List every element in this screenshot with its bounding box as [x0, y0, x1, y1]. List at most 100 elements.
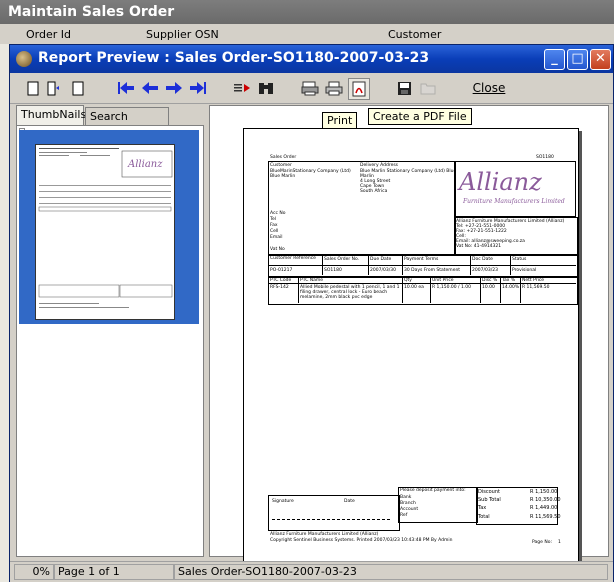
contact-label: Vat No [270, 247, 285, 252]
total-label: Tax [478, 505, 487, 511]
info-header: Sales Order No. [324, 257, 360, 262]
footer-company: Allianz Furniture Manufacturers Limited … [270, 532, 379, 537]
item-cell: 14.00% [502, 285, 520, 290]
info-col-divider [402, 255, 403, 275]
zoom-status: 0% [14, 564, 54, 580]
logo-subtitle: Furniture Manufacturers Limited [463, 198, 565, 205]
item-col-divider [480, 277, 481, 303]
info-header: Payment Terms [404, 257, 439, 262]
customer-name: BlueMarinStationary Company (Ltd) Blue M… [270, 169, 351, 179]
item-header: PTC Code [270, 278, 292, 283]
svg-text:Allianz: Allianz [127, 159, 163, 170]
info-header: Customer Reference [270, 256, 316, 261]
customer-label: Customer [270, 163, 292, 168]
single-page-view-button[interactable] [24, 78, 42, 98]
print-button[interactable] [324, 78, 344, 98]
next-page-icon [166, 82, 182, 94]
total-label: Sub Total [478, 497, 501, 503]
supplier-line: Vat No: 41-4914321 [456, 244, 502, 249]
report-page: Sales Order SO1180 Customer BlueMarinSta… [243, 128, 579, 562]
info-value: SO1180 [324, 268, 342, 273]
pdf-tooltip: Create a PDF File [368, 108, 472, 125]
tab-thumbnails[interactable]: ThumbNails [16, 105, 86, 125]
signature-label: Signature [272, 499, 294, 504]
last-page-button[interactable] [188, 78, 208, 98]
info-value: PO-01217 [270, 268, 293, 273]
close-window-button[interactable]: ✕ [590, 49, 611, 70]
total-label: Discount [478, 489, 500, 495]
bank-line: Account [400, 507, 419, 512]
background-column-headers: Order Id Supplier OSN Customer [0, 26, 614, 44]
multi-page-view-button[interactable] [70, 78, 86, 98]
close-button[interactable]: Close [469, 78, 509, 98]
item-header: Unit Price [432, 278, 454, 283]
open-button[interactable] [418, 78, 438, 98]
find-button[interactable] [256, 78, 276, 98]
save-button[interactable] [394, 78, 414, 98]
status-bar: 0% Page 1 of 1 Sales Order-SO1180-2007-0… [10, 561, 613, 582]
info-header: Doc Date [472, 257, 493, 262]
delivery-line: South Africa [360, 189, 388, 194]
doc-number: SO1180 [536, 155, 554, 160]
logo-text: Allianz [459, 168, 542, 196]
page-status: Page 1 of 1 [54, 564, 174, 580]
line-items-divider [268, 283, 576, 284]
floppy-disk-icon [397, 81, 411, 95]
bank-title: Please deposit payment into: [400, 488, 466, 493]
page-thumbnail[interactable]: Allianz [35, 144, 175, 320]
page-label: Page No: [532, 540, 552, 545]
info-col-divider [322, 255, 323, 275]
info-header: Status [512, 257, 527, 262]
background-window-title: Maintain Sales Order [0, 0, 614, 24]
previous-page-button[interactable] [140, 78, 160, 98]
minimize-button[interactable]: _ [544, 49, 565, 70]
binoculars-icon [259, 83, 273, 94]
two-page-view-button[interactable] [46, 78, 66, 98]
report-preview-pane[interactable]: Sales Order SO1180 Customer BlueMarinSta… [209, 105, 609, 562]
item-cell: R 1,150.00 / 1.00 [432, 285, 471, 290]
item-header: Nett Price [522, 278, 545, 283]
open-folder-icon [420, 83, 436, 95]
delivery-label: Delivery Address [360, 163, 399, 168]
print-tooltip: Print [322, 112, 358, 129]
item-header: Qty [404, 278, 412, 283]
create-pdf-button[interactable] [348, 78, 370, 100]
delivery-line: Blue Marlin Stationary Company (Ltd) Blu… [360, 169, 457, 174]
item-col-divider [298, 277, 299, 303]
info-value: Provisional [512, 268, 537, 273]
printer-icon [325, 81, 343, 95]
info-value: 30 Days From Statement [404, 268, 461, 273]
print-setup-button[interactable] [300, 78, 320, 98]
info-col-divider [510, 255, 511, 275]
signature-line [272, 519, 390, 520]
thumbnail-pane[interactable]: Allianz [16, 125, 204, 557]
footer-copyright: Copyright Sentinel Business Systems. Pri… [270, 538, 453, 543]
item-header: PTC Name [300, 278, 324, 283]
next-page-button[interactable] [164, 78, 184, 98]
column-customer[interactable]: Customer [388, 28, 441, 41]
goto-page-button[interactable] [232, 78, 252, 98]
pdf-icon [352, 81, 366, 97]
item-col-divider [500, 277, 501, 303]
item-cell: RFS-142 [270, 285, 289, 290]
first-page-icon [118, 82, 134, 94]
column-supplier-osn[interactable]: Supplier OSN [146, 28, 219, 41]
bank-line: Bank [400, 495, 412, 500]
single-page-icon [27, 81, 39, 95]
thumbnail-selection[interactable]: Allianz [19, 130, 199, 324]
info-col-divider [368, 255, 369, 275]
thumbnail-miniature: Allianz [38, 148, 173, 308]
item-header: Disc % [482, 278, 498, 283]
column-order-id[interactable]: Order Id [26, 28, 71, 41]
two-page-icon [47, 81, 59, 95]
maximize-button[interactable]: □ [567, 49, 588, 70]
window-title: Report Preview : Sales Order-SO1180-2007… [38, 50, 430, 66]
title-bar[interactable]: Report Preview : Sales Order-SO1180-2007… [10, 45, 613, 73]
contact-label: Tel [270, 217, 277, 222]
tab-search-results[interactable]: Search Results [85, 107, 169, 141]
toolbar: Close [10, 73, 613, 104]
info-value: 2007/03/23 [472, 268, 498, 273]
company-logo: Allianz Furniture Manufacturers Limited [454, 161, 576, 217]
first-page-button[interactable] [116, 78, 136, 98]
tab-strip: ThumbNails Search Results [14, 105, 204, 141]
